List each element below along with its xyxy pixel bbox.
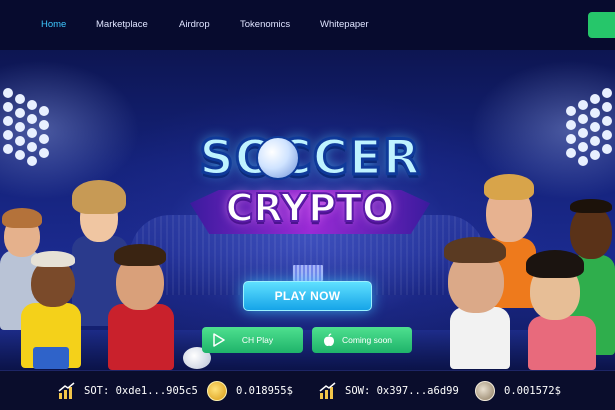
game-logo: SOCCER CRYPTO: [190, 120, 430, 250]
scoreboard: [293, 265, 323, 281]
sot-price: 0.018955$: [236, 385, 293, 397]
nav-home[interactable]: Home: [41, 19, 66, 30]
nav-tokenomics[interactable]: Tokenomics: [240, 19, 290, 30]
soccer-ball-icon: [256, 136, 300, 180]
sot-coin-icon: [207, 381, 227, 401]
chart-up-icon: [319, 382, 336, 399]
logo-line-soccer: SOCCER: [198, 129, 422, 188]
player-left-3: [15, 245, 85, 370]
player-right-4: [520, 248, 600, 370]
chart-up-icon: [58, 382, 75, 399]
sow-contract-address[interactable]: SOW: 0x397...a6d99: [345, 385, 459, 397]
nav-whitepaper[interactable]: Whitepaper: [320, 19, 369, 30]
token-ticker: SOT: 0xde1...905c5 0.018955$ SOW: 0x397.…: [0, 370, 615, 410]
coming-soon-button[interactable]: Coming soon: [312, 327, 412, 353]
sot-contract-address[interactable]: SOT: 0xde1...905c5: [84, 385, 198, 397]
player-right-3: [436, 235, 516, 370]
player-left-4: [100, 240, 180, 370]
nav-airdrop[interactable]: Airdrop: [179, 19, 210, 30]
play-now-button[interactable]: PLAY NOW: [243, 281, 372, 311]
top-navigation: Home Marketplace Airdrop Tokenomics Whit…: [0, 0, 615, 50]
landing-page: SOCCER CRYPTO PLAY NOW CH Play Coming so…: [0, 0, 615, 410]
logo-line-crypto: CRYPTO: [225, 185, 396, 231]
connect-wallet-button[interactable]: [588, 12, 615, 38]
sow-coin-icon: [475, 381, 495, 401]
ch-play-button[interactable]: CH Play: [202, 327, 303, 353]
stadium-light-right-icon: [566, 88, 612, 166]
stadium-light-left-icon: [3, 88, 49, 166]
ch-play-label: CH Play: [241, 335, 274, 345]
coming-soon-label: Coming soon: [341, 335, 393, 345]
sow-price: 0.001572$: [504, 385, 561, 397]
nav-marketplace[interactable]: Marketplace: [96, 19, 148, 30]
